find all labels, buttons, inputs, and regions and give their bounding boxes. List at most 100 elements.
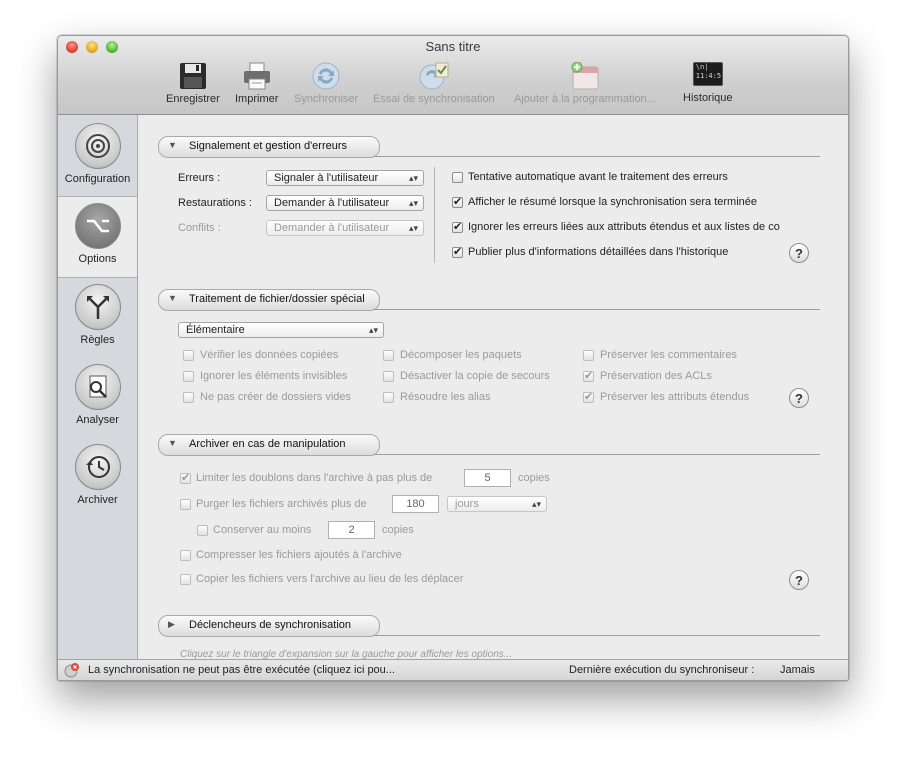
sidebar-item-configuration[interactable]: Configuration xyxy=(58,117,137,197)
section-divider xyxy=(374,454,820,455)
special-mode-select[interactable]: Élémentaire ▴▾ xyxy=(178,322,384,338)
disable-safety-copy-checkbox[interactable] xyxy=(383,371,394,382)
calendar-add-icon xyxy=(571,62,599,90)
purge-archived-label: Purger les fichiers archivés plus de xyxy=(196,498,367,510)
history-button[interactable]: \n| 11:4:5 Historique xyxy=(683,62,733,104)
select-value: Élémentaire xyxy=(186,324,245,336)
sidebar-item-label: Options xyxy=(78,253,117,265)
options-icon xyxy=(74,203,121,249)
preserve-xattrs-checkbox[interactable]: ✔ xyxy=(583,392,594,403)
errors-label: Erreurs : xyxy=(178,172,221,184)
configuration-icon xyxy=(74,123,121,169)
printer-icon xyxy=(243,62,270,90)
help-button[interactable]: ? xyxy=(789,570,809,590)
error-badge-icon xyxy=(64,663,79,678)
no-empty-folders-label: Ne pas créer de dossiers vides xyxy=(200,391,352,403)
keep-at-least-label: Conserver au moins xyxy=(213,524,312,536)
ignore-invisible-checkbox[interactable] xyxy=(183,371,194,382)
options-pane: ▼ Signalement et gestion d'erreurs Erreu… xyxy=(138,115,848,660)
terminal-history-icon: \n| 11:4:5 xyxy=(692,62,723,86)
conflicts-select[interactable]: Demander à l'utilisateur ▴▾ xyxy=(266,220,424,236)
sidebar-item-options[interactable]: Options xyxy=(58,196,137,278)
window-title: Sans titre xyxy=(425,39,481,54)
synchronize-label: Synchroniser xyxy=(294,93,359,105)
verify-copied-checkbox[interactable] xyxy=(183,350,194,361)
section-archive-header[interactable]: ▼ Archiver en cas de manipulation xyxy=(158,434,380,456)
rules-fork-icon xyxy=(74,284,121,330)
purge-archived-checkbox[interactable] xyxy=(180,499,191,510)
limit-duplicates-field[interactable]: 5 xyxy=(464,469,511,487)
select-value: Demander à l'utilisateur xyxy=(274,197,390,209)
section-title: Déclencheurs de synchronisation xyxy=(189,619,352,631)
print-button[interactable]: Imprimer xyxy=(235,62,278,105)
disclosure-expanded-icon[interactable]: ▼ xyxy=(168,438,177,448)
verify-copied-label: Vérifier les données copiées xyxy=(200,349,339,361)
ignore-xattr-errors-label: Ignorer les erreurs liées aux attributs … xyxy=(468,221,780,233)
sidebar-item-archive[interactable]: Archiver xyxy=(58,438,137,518)
purge-days-field[interactable]: 180 xyxy=(392,495,439,513)
section-errors-header[interactable]: ▼ Signalement et gestion d'erreurs xyxy=(158,136,380,158)
compress-archive-checkbox[interactable] xyxy=(180,550,191,561)
keep-copies-field[interactable]: 2 xyxy=(328,521,375,539)
auto-retry-label: Tentative automatique avant le traitemen… xyxy=(468,171,728,183)
select-value: Signaler à l'utilisateur xyxy=(274,172,379,184)
copy-to-archive-checkbox[interactable] xyxy=(180,574,191,585)
vertical-separator xyxy=(434,167,435,263)
main-window: Sans titre Enregistrer Imprimer Synchron… xyxy=(57,35,849,681)
help-button[interactable]: ? xyxy=(789,243,809,263)
restorations-select[interactable]: Demander à l'utilisateur ▴▾ xyxy=(266,195,424,211)
disclosure-collapsed-icon[interactable]: ▶ xyxy=(168,619,175,630)
updown-arrow-icon: ▴▾ xyxy=(368,325,378,335)
decompose-bundles-checkbox[interactable] xyxy=(383,350,394,361)
print-label: Imprimer xyxy=(235,93,279,105)
section-title: Signalement et gestion d'erreurs xyxy=(189,140,348,152)
preserve-comments-label: Préserver les commentaires xyxy=(600,349,737,361)
copy-to-archive-label: Copier les fichiers vers l'archive au li… xyxy=(196,573,464,585)
show-summary-checkbox[interactable]: ✔ xyxy=(452,197,463,208)
disable-safety-copy-label: Désactiver la copie de secours xyxy=(400,370,550,382)
section-triggers-header[interactable]: ▶ Déclencheurs de synchronisation xyxy=(158,615,380,637)
archive-clock-icon xyxy=(74,444,121,490)
synchronize-button[interactable]: Synchroniser xyxy=(294,62,358,105)
status-message[interactable]: La synchronisation ne peut pas être exéc… xyxy=(88,664,395,676)
preserve-comments-checkbox[interactable] xyxy=(583,350,594,361)
ignore-invisible-label: Ignorer les éléments invisibles xyxy=(200,370,348,382)
updown-arrow-icon: ▴▾ xyxy=(408,223,418,233)
sidebar-item-analyze[interactable]: Analyser xyxy=(58,358,137,438)
limit-duplicates-checkbox[interactable]: ✔ xyxy=(180,473,191,484)
save-button[interactable]: Enregistrer xyxy=(166,62,220,105)
sidebar-item-label: Règles xyxy=(80,334,115,346)
compress-archive-label: Compresser les fichiers ajoutés à l'arch… xyxy=(196,549,402,561)
updown-arrow-icon: ▴▾ xyxy=(408,198,418,208)
conflicts-label: Conflits : xyxy=(178,222,221,234)
no-empty-folders-checkbox[interactable] xyxy=(183,392,194,403)
section-divider xyxy=(374,156,820,157)
show-summary-label: Afficher le résumé lorsque la synchronis… xyxy=(468,196,757,208)
status-bar[interactable]: La synchronisation ne peut pas être exéc… xyxy=(58,659,848,680)
save-label: Enregistrer xyxy=(166,93,220,105)
auto-retry-checkbox[interactable] xyxy=(452,172,463,183)
add-schedule-button[interactable]: Ajouter à la programmation... xyxy=(514,62,656,105)
preserve-acls-checkbox[interactable]: ✔ xyxy=(583,371,594,382)
last-run-label: Dernière exécution du synchroniseur : xyxy=(569,664,755,676)
test-sync-icon xyxy=(419,62,449,90)
disclosure-expanded-icon[interactable]: ▼ xyxy=(168,140,177,150)
section-special-header[interactable]: ▼ Traitement de fichier/dossier spécial xyxy=(158,289,380,311)
help-button[interactable]: ? xyxy=(789,388,809,408)
section-title: Traitement de fichier/dossier spécial xyxy=(189,293,365,305)
disclosure-expanded-icon[interactable]: ▼ xyxy=(168,293,177,303)
copies-unit-label: copies xyxy=(382,524,414,536)
errors-select[interactable]: Signaler à l'utilisateur ▴▾ xyxy=(266,170,424,186)
copies-unit-label: copies xyxy=(518,472,550,484)
verbose-log-checkbox[interactable]: ✔ xyxy=(452,247,463,258)
restorations-label: Restaurations : xyxy=(178,197,252,209)
resolve-aliases-checkbox[interactable] xyxy=(383,392,394,403)
keep-at-least-checkbox[interactable] xyxy=(197,525,208,536)
sidebar-item-rules[interactable]: Règles xyxy=(58,278,137,358)
floppy-disk-icon xyxy=(179,63,206,89)
decompose-bundles-label: Décomposer les paquets xyxy=(400,349,522,361)
title-toolbar: Sans titre Enregistrer Imprimer Synchron… xyxy=(58,36,848,115)
purge-unit-select[interactable]: jours ▴▾ xyxy=(447,496,547,512)
ignore-xattr-errors-checkbox[interactable]: ✔ xyxy=(452,222,463,233)
test-sync-button[interactable]: Essai de synchronisation xyxy=(373,62,495,105)
